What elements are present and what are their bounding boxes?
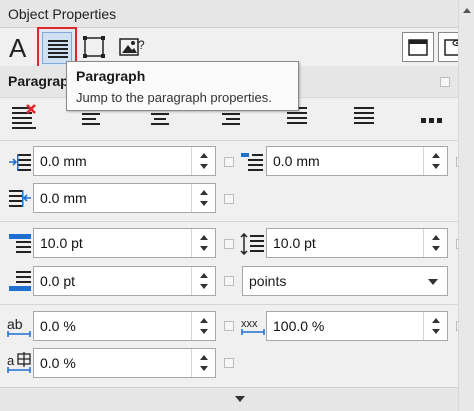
character-spacing-stepper[interactable] [191,312,215,340]
expand-footer[interactable] [0,387,458,411]
frame-icon [83,36,105,58]
character-icon: A [9,33,27,63]
language-spacing-field[interactable]: 0.0 % [33,348,216,378]
line-spacing-stepper[interactable] [423,229,447,257]
align-right-icon [222,113,240,125]
divider [0,304,458,305]
svg-text:xxx: xxx [241,318,258,330]
expand-chevron-icon [235,396,245,402]
character-spacing-icon: ab [6,316,34,343]
right-indent-icon [8,188,32,213]
right-indent-stepper[interactable] [191,184,215,212]
tooltip-description: Jump to the paragraph properties. [76,90,272,105]
line-spacing-value: 10.0 pt [273,235,316,251]
align-center-button[interactable] [148,112,172,133]
character-spacing-checkbox[interactable] [224,321,234,331]
align-left-icon [82,113,100,125]
no-alignment-button[interactable] [10,104,38,135]
after-paragraph-icon [8,270,32,297]
panel-title: Object Properties [8,6,117,22]
chevron-down-icon [428,279,438,285]
language-spacing-stepper[interactable] [191,349,215,377]
first-line-indent-field[interactable]: 0.0 mm [266,146,448,176]
after-paragraph-checkbox[interactable] [224,276,234,286]
section-checkbox[interactable] [440,77,450,87]
first-line-indent-icon [240,152,264,177]
left-indent-field[interactable]: 0.0 mm [33,146,216,176]
language-spacing-icon: a [6,352,34,379]
tooltip-heading: Paragraph [76,68,146,84]
right-indent-value: 0.0 mm [40,190,87,206]
panel-icon [408,39,428,56]
spacing-units-dropdown[interactable]: points [242,266,448,296]
after-paragraph-stepper[interactable] [191,267,215,295]
svg-text:ab: ab [7,316,23,332]
language-spacing-checkbox[interactable] [224,358,234,368]
word-spacing-icon: xxx [240,316,268,343]
after-paragraph-field[interactable]: 0.0 pt [33,266,216,296]
align-right-button[interactable] [218,112,242,133]
character-spacing-value: 0.0 % [40,318,76,334]
word-spacing-stepper[interactable] [423,312,447,340]
align-left-button[interactable] [80,112,104,133]
frame-button[interactable] [77,31,111,63]
scroll-up-icon[interactable] [463,8,471,13]
no-alignment-icon [12,104,36,129]
divider [0,221,458,222]
scrollbar[interactable] [458,0,474,411]
right-indent-field[interactable]: 0.0 mm [33,183,216,213]
more-options-button[interactable] [420,112,444,130]
svg-text:a: a [7,353,15,368]
language-spacing-value: 0.0 % [40,355,76,371]
force-justify-button[interactable] [352,106,376,133]
left-indent-value: 0.0 mm [40,153,87,169]
line-spacing-icon [240,232,266,260]
character-button[interactable]: A [3,31,37,63]
more-icon [421,118,442,123]
left-indent-stepper[interactable] [191,147,215,175]
line-spacing-field[interactable]: 10.0 pt [266,228,448,258]
panel-title-bar: Object Properties [0,0,474,28]
after-paragraph-value: 0.0 pt [40,273,76,289]
word-spacing-value: 100.0 % [273,318,325,334]
left-indent-checkbox[interactable] [224,157,234,167]
right-indent-checkbox[interactable] [224,194,234,204]
before-paragraph-checkbox[interactable] [224,239,234,249]
before-paragraph-value: 10.0 pt [40,235,83,251]
panel-view-button[interactable] [402,32,434,62]
align-center-icon [151,113,169,125]
force-justify-icon [354,107,374,124]
first-line-indent-value: 0.0 mm [273,153,320,169]
paragraph-icon [48,40,68,58]
image-frame-button[interactable]: ? [113,31,147,63]
tooltip: Paragraph Jump to the paragraph properti… [66,61,299,111]
left-indent-icon [8,152,32,177]
before-paragraph-stepper[interactable] [191,229,215,257]
spacing-units-value: points [249,273,287,289]
character-spacing-field[interactable]: 0.0 % [33,311,216,341]
image-frame-icon: ? [119,38,145,56]
first-line-indent-stepper[interactable] [423,147,447,175]
before-paragraph-icon [8,233,32,260]
before-paragraph-field[interactable]: 10.0 pt [33,228,216,258]
svg-text:?: ? [138,38,145,52]
divider [0,140,458,141]
word-spacing-field[interactable]: 100.0 % [266,311,448,341]
